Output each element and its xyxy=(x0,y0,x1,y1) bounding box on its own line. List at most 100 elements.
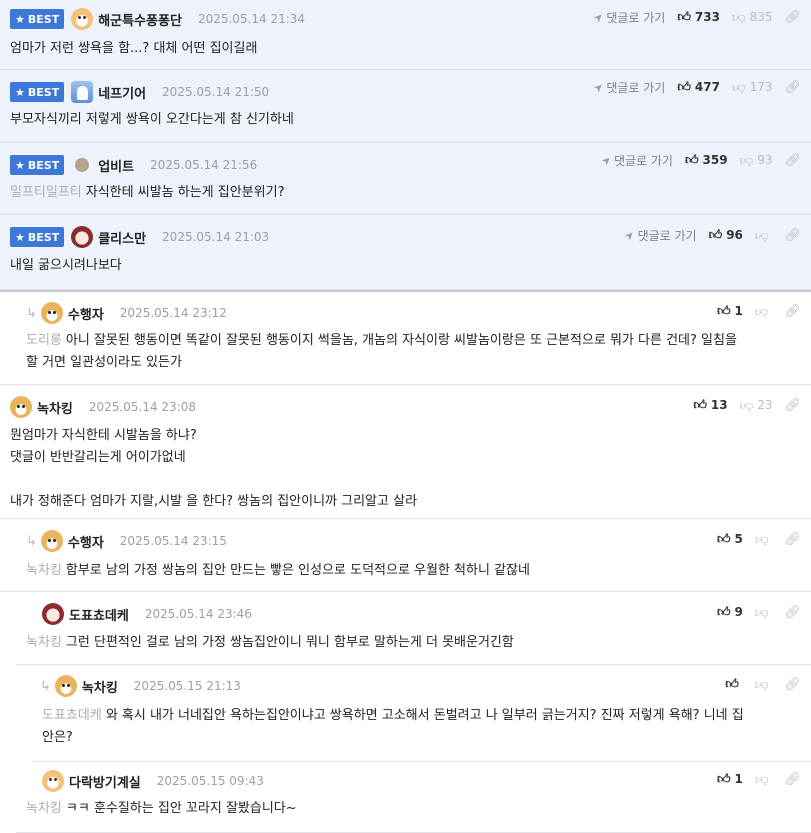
thumbs-up-icon: 👍︎ xyxy=(684,152,699,168)
navigate-icon: ➤ xyxy=(622,227,638,243)
upvote-button[interactable]: 👍︎ 477 xyxy=(677,80,720,95)
navigate-icon: ➤ xyxy=(590,79,607,95)
upvote-button[interactable]: 👍︎ 733 xyxy=(677,10,720,25)
comment-author[interactable]: 업비트 xyxy=(98,156,134,175)
downvote-button[interactable]: 👍︎ xyxy=(755,228,773,243)
thumbs-down-icon: 👍︎ xyxy=(731,79,746,95)
comment-author[interactable]: 수행자 xyxy=(68,304,104,323)
thumbs-up-icon: 👍︎ xyxy=(677,79,691,95)
best-badge: ★ BEST xyxy=(10,9,65,29)
comment-author[interactable]: 클리스만 xyxy=(98,228,146,247)
link-icon[interactable]: 🔗︎ xyxy=(784,398,801,413)
comment-date: 2025.05.14 23:46 xyxy=(144,607,252,621)
comment-author[interactable]: 녹차킹 xyxy=(82,677,118,696)
thumbs-down-icon: 👍︎ xyxy=(754,227,769,243)
downvote-button[interactable]: 👍︎ 173 xyxy=(732,80,773,95)
comment-author[interactable]: 다락방기계실 xyxy=(69,772,141,791)
thumbs-up-icon: 👍︎ xyxy=(716,604,731,620)
mention-link[interactable]: 녹차킹 xyxy=(26,635,62,650)
comment-body: 녹차킹 그런 단편적인 걸로 남의 가정 쌍놈집안이니 뭐니 함부로 말하는게 더… xyxy=(26,635,514,650)
upvote-button[interactable]: 👍︎ 13 xyxy=(693,398,727,413)
comment-body: 뭔엄마가 자식한테 시발놈을 하냐? 댓글이 반반갈리는게 어이가없네 내가 정… xyxy=(10,428,418,509)
best-comment: ★ BEST 클리스만 2025.05.14 21:03 ➤ 댓글로 가기 👍︎ 96… xyxy=(0,215,811,290)
comment-author[interactable]: 도표쵸데케 xyxy=(69,605,129,624)
goto-comment-link[interactable]: ➤ 댓글로 가기 xyxy=(622,227,696,244)
avatar[interactable] xyxy=(71,81,94,103)
upvote-button[interactable]: 👍︎ 96 xyxy=(709,228,743,243)
avatar[interactable] xyxy=(40,530,63,552)
thumbs-down-icon: 👍︎ xyxy=(754,604,769,620)
link-icon[interactable]: 🔗︎ xyxy=(784,153,801,168)
comment-author[interactable]: 해군특수퐁퐁단 xyxy=(98,10,182,29)
star-icon: ★ xyxy=(15,230,25,244)
link-icon[interactable]: 🔗︎ xyxy=(784,304,801,319)
downvote-button[interactable]: 👍︎ 93 xyxy=(740,153,773,168)
downvote-button[interactable]: 👍︎ 23 xyxy=(740,398,773,413)
upvote-button[interactable]: 👍︎ 1 xyxy=(717,772,743,787)
goto-comment-link[interactable]: ➤ 댓글로 가기 xyxy=(598,152,672,169)
comment-author[interactable]: 네프기어 xyxy=(98,83,146,102)
comment-date: 2025.05.14 21:50 xyxy=(162,85,270,99)
avatar[interactable] xyxy=(40,302,63,324)
avatar[interactable] xyxy=(71,226,94,248)
goto-comment-link[interactable]: ➤ 댓글로 가기 xyxy=(590,79,665,96)
upvote-button[interactable]: 👍︎ 5 xyxy=(717,532,743,547)
avatar[interactable] xyxy=(75,158,90,172)
mention-link[interactable]: 도표쵸데케 xyxy=(42,708,102,723)
thumbs-down-icon: 👍︎ xyxy=(739,397,754,413)
mention-link[interactable]: 녹차킹 xyxy=(26,563,62,578)
goto-comment-link[interactable]: ➤ 댓글로 가기 xyxy=(590,9,665,26)
reply-arrow-icon: ↳ xyxy=(26,533,37,549)
star-icon: ★ xyxy=(15,158,25,172)
comment-body: 도표쵸데케 와 혹시 내가 너네집안 욕하는집안이냐고 쌍욕하면 고소해서 돈벌려… xyxy=(42,708,744,745)
mention-link[interactable]: 녹차킹 xyxy=(26,801,62,816)
mention-link[interactable]: 도리롱 xyxy=(26,333,62,348)
upvote-button[interactable]: 👍︎ xyxy=(725,677,743,692)
avatar[interactable] xyxy=(42,770,64,792)
link-icon[interactable]: 🔗︎ xyxy=(784,605,801,620)
thumbs-down-icon: 👍︎ xyxy=(754,676,769,692)
downvote-button[interactable]: 👍︎ 835 xyxy=(732,10,773,25)
reply-comment: ↳ 수행자 2025.05.14 23:15 👍︎ 5 👍︎ 🔗︎ 녹차킹 함부로 … xyxy=(0,519,811,592)
thumbs-down-icon: 👍︎ xyxy=(754,303,769,319)
star-icon: ★ xyxy=(15,12,25,26)
reply-arrow-icon: ↳ xyxy=(26,305,37,321)
downvote-button[interactable]: 👍︎ xyxy=(755,677,773,692)
comment-author[interactable]: 녹차킹 xyxy=(37,398,73,417)
downvote-button[interactable]: 👍︎ xyxy=(755,304,773,319)
avatar[interactable] xyxy=(42,603,64,625)
link-icon[interactable]: 🔗︎ xyxy=(784,772,801,787)
best-comment: ★ BEST 네프기어 2025.05.14 21:50 ➤ 댓글로 가기 👍︎ 47… xyxy=(0,70,811,143)
thumbs-up-icon: 👍︎ xyxy=(677,9,691,25)
thumbs-up-icon: 👍︎ xyxy=(716,303,731,319)
link-icon[interactable]: 🔗︎ xyxy=(784,10,801,25)
comment-date: 2025.05.14 21:56 xyxy=(150,158,258,172)
navigate-icon: ➤ xyxy=(590,9,607,25)
thumbs-up-icon: 👍︎ xyxy=(716,531,731,547)
avatar[interactable] xyxy=(54,675,77,697)
thumbs-down-icon: 👍︎ xyxy=(731,9,746,25)
comment-body: 도리롱 아니 잘못된 행동이면 똑같이 잘못된 행동이지 썩을놈, 개놈의 자식이… xyxy=(26,333,737,370)
downvote-button[interactable]: 👍︎ xyxy=(755,605,773,620)
mention-link[interactable]: 밀프티밀프티 xyxy=(10,185,82,200)
upvote-button[interactable]: 👍︎ 9 xyxy=(717,605,743,620)
reply-comment: 도표쵸데케 2025.05.14 23:46 👍︎ 9 👍︎ 🔗︎ 녹차킹 그런 단… xyxy=(16,592,811,665)
comment-author[interactable]: 수행자 xyxy=(68,532,104,551)
thumbs-up-icon: 👍︎ xyxy=(725,676,739,692)
thumbs-down-icon: 👍︎ xyxy=(754,771,769,787)
reply-comment: 다락방기계실 2025.05.15 09:43 👍︎ 1 👍︎ 🔗︎ 녹차킹 ㅋㅋ … xyxy=(16,762,811,833)
link-icon[interactable]: 🔗︎ xyxy=(784,677,801,692)
link-icon[interactable]: 🔗︎ xyxy=(784,80,801,95)
upvote-button[interactable]: 👍︎ 1 xyxy=(717,304,743,319)
avatar[interactable] xyxy=(71,8,94,30)
avatar[interactable] xyxy=(10,396,32,418)
downvote-button[interactable]: 👍︎ xyxy=(755,772,773,787)
comment-body: 엄마가 저런 쌍욕을 함...? 대체 어떤 집이길래 xyxy=(10,41,258,56)
upvote-button[interactable]: 👍︎ 359 xyxy=(685,153,728,168)
reply-comment: ↳ 녹차킹 2025.05.15 21:13 👍︎ 👍︎ 🔗︎ 도표쵸데케 와 혹… xyxy=(32,665,811,762)
best-badge: ★ BEST xyxy=(10,227,65,247)
comment-date: 2025.05.14 23:12 xyxy=(119,306,227,320)
link-icon[interactable]: 🔗︎ xyxy=(784,532,801,547)
link-icon[interactable]: 🔗︎ xyxy=(784,228,801,243)
downvote-button[interactable]: 👍︎ xyxy=(755,532,773,547)
